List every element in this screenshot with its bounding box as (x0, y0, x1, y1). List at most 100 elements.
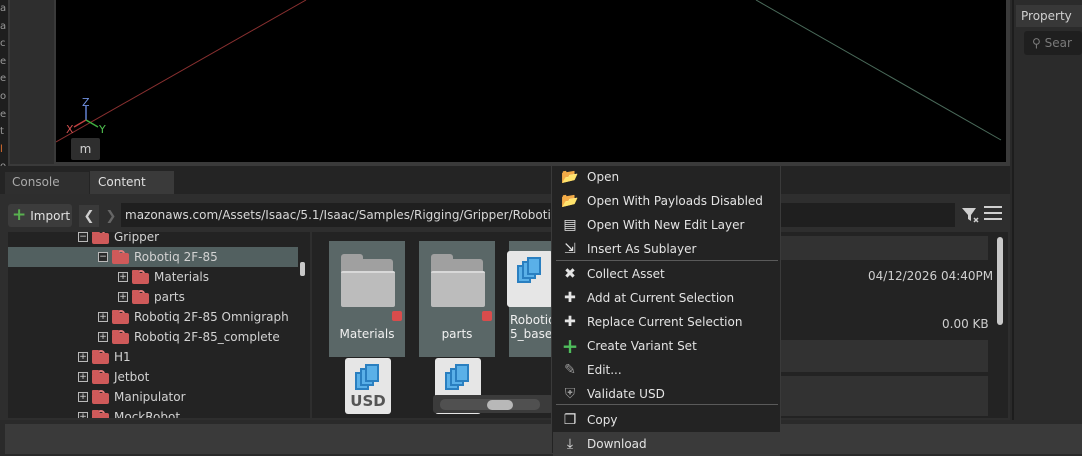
menu-item-label: Download (587, 437, 647, 451)
address-bar-input[interactable]: mazonaws.com/Assets/Isaac/5.1/Isaac/Samp… (121, 203, 955, 227)
expand-icon[interactable]: + (78, 412, 88, 418)
shield-check-icon: ⛨ (564, 386, 576, 402)
tree-item[interactable]: − Robotiq 2F-85 (8, 247, 298, 267)
menu-item-add-at-current-selection[interactable]: ✚ Add at Current Selection (553, 286, 780, 310)
tree-item[interactable]: + Jetbot (78, 367, 149, 387)
locked-folder-icon (92, 350, 110, 364)
expand-icon[interactable]: + (78, 352, 88, 362)
insert-icon: ⇲ (564, 241, 576, 257)
grid-hscroll-knob[interactable] (487, 400, 513, 410)
locked-folder-icon (132, 290, 150, 304)
tree-item[interactable]: + Materials (118, 267, 209, 287)
folder-open-icon: 📂 (561, 193, 579, 209)
tree-item[interactable]: + Robotiq 2F-85 Omnigraph (98, 307, 289, 327)
download-icon: ⤓ (566, 436, 574, 452)
tab-console[interactable]: Console (5, 172, 89, 194)
menu-item-create-variant-set[interactable]: + Create Variant Set (553, 334, 780, 358)
filter-icon[interactable] (960, 206, 980, 224)
tree-item[interactable]: − Gripper (78, 232, 159, 247)
locked-folder-icon (92, 410, 110, 418)
tab-content[interactable]: Content (90, 171, 174, 194)
left-strip-char: e (0, 55, 7, 67)
expand-icon[interactable]: + (78, 392, 88, 402)
menu-item-label: Add at Current Selection (587, 291, 735, 305)
lock-icon (392, 311, 402, 321)
viewport-canvas[interactable]: Z X Y (56, 0, 1006, 162)
tree-item[interactable]: + Robotiq 2F-85_complete (98, 327, 280, 347)
menu-item-label: Open With Payloads Disabled (587, 194, 763, 208)
copy-icon: ❐ (563, 412, 577, 428)
tree-item[interactable]: + H1 (78, 347, 131, 367)
tree-item-label: Robotiq 2F-85 (134, 250, 218, 264)
chevron-left-icon[interactable]: ❮ (79, 205, 99, 227)
locked-folder-icon (112, 250, 130, 264)
layer-icon: ▤ (563, 217, 577, 233)
detail-scrollbar[interactable] (997, 237, 1003, 325)
tab-property[interactable]: Property (1016, 5, 1082, 27)
menu-item-label: Collect Asset (587, 267, 665, 281)
usd-file-icon (507, 251, 552, 307)
left-strip-char: t (0, 126, 4, 138)
expand-icon[interactable]: + (98, 332, 108, 342)
expand-icon[interactable]: + (118, 292, 128, 302)
tree-item[interactable]: + Manipulator (78, 387, 186, 407)
menu-separator (556, 404, 778, 405)
tree-item[interactable]: + MockRobot (78, 407, 180, 418)
import-label: Import (30, 208, 71, 223)
plus-icon: ✚ (564, 290, 576, 306)
import-button[interactable]: + Import (8, 204, 72, 227)
menu-item-copy[interactable]: ❐ Copy (553, 408, 780, 432)
tree-item-label: H1 (114, 350, 131, 364)
tree-item-label: Materials (154, 270, 210, 284)
tree-scrollbar[interactable] (300, 262, 305, 276)
menu-item-collect-asset[interactable]: ✖ Collect Asset (553, 262, 780, 286)
menu-item-download[interactable]: ⤓ Download (553, 432, 780, 456)
usd-label: USD (350, 392, 386, 410)
left-strip-char: c (0, 38, 6, 50)
property-search-placeholder: Sear (1044, 36, 1072, 50)
chevron-right-icon[interactable]: ❯ (101, 205, 121, 227)
menu-item-label: Edit... (587, 363, 622, 377)
axis-label-x: X (66, 123, 74, 136)
collapse-icon[interactable]: − (98, 252, 108, 262)
y-axis-line (755, 0, 1002, 141)
folder-tree: − Gripper − Robotiq 2F-85 + Materials + parts + R… (8, 232, 310, 418)
collapse-icon[interactable]: − (78, 232, 88, 242)
green-plus-icon: + (561, 334, 579, 358)
grid-item-robotiq-base[interactable]: Robotiq 5_base (507, 241, 552, 357)
viewport-grid: Z X Y (56, 0, 1002, 143)
menu-item-open-with-new-edit-layer[interactable]: ▤ Open With New Edit Layer (553, 213, 780, 237)
grid-item-parts[interactable]: parts (419, 241, 495, 357)
locked-folder-icon (112, 310, 130, 324)
menu-item-label: Copy (587, 413, 618, 427)
detail-row (774, 376, 988, 416)
menu-item-edit[interactable]: ✎ Edit... (553, 358, 780, 382)
menu-item-validate-usd[interactable]: ⛨ Validate USD (553, 382, 780, 406)
plus-icon: ✚ (564, 314, 576, 330)
detail-row (774, 340, 988, 372)
menu-item-open-with-payloads-disabled[interactable]: 📂 Open With Payloads Disabled (553, 189, 780, 213)
tree-item-label: Manipulator (114, 390, 186, 404)
axis-label-z: Z (82, 96, 90, 109)
tree-item-label: parts (154, 290, 185, 304)
menu-separator (556, 260, 778, 261)
expand-icon[interactable]: + (118, 272, 128, 282)
tree-item-label: MockRobot (114, 410, 181, 418)
left-strip-char: a (0, 20, 7, 32)
pencil-icon: ✎ (564, 362, 576, 378)
tree-item[interactable]: + parts (118, 287, 185, 307)
menu-item-open[interactable]: 📂 Open (553, 165, 780, 189)
usd-file-icon[interactable]: USD (345, 358, 391, 414)
x-axis-line (56, 0, 307, 143)
locked-folder-icon (92, 390, 110, 404)
menu-item-replace-current-selection[interactable]: ✚ Replace Current Selection (553, 310, 780, 334)
menu-item-label: Insert As Sublayer (587, 242, 697, 256)
expand-icon[interactable]: + (98, 312, 108, 322)
hamburger-menu-icon[interactable] (984, 206, 1002, 224)
menu-item-insert-as-sublayer[interactable]: ⇲ Insert As Sublayer (553, 237, 780, 261)
unit-button[interactable]: m (71, 138, 100, 160)
grid-item-materials[interactable]: Materials (329, 241, 405, 357)
folder-icon (341, 254, 395, 307)
expand-icon[interactable]: + (78, 372, 88, 382)
property-search-input[interactable]: ⚲ Sear (1024, 31, 1082, 55)
